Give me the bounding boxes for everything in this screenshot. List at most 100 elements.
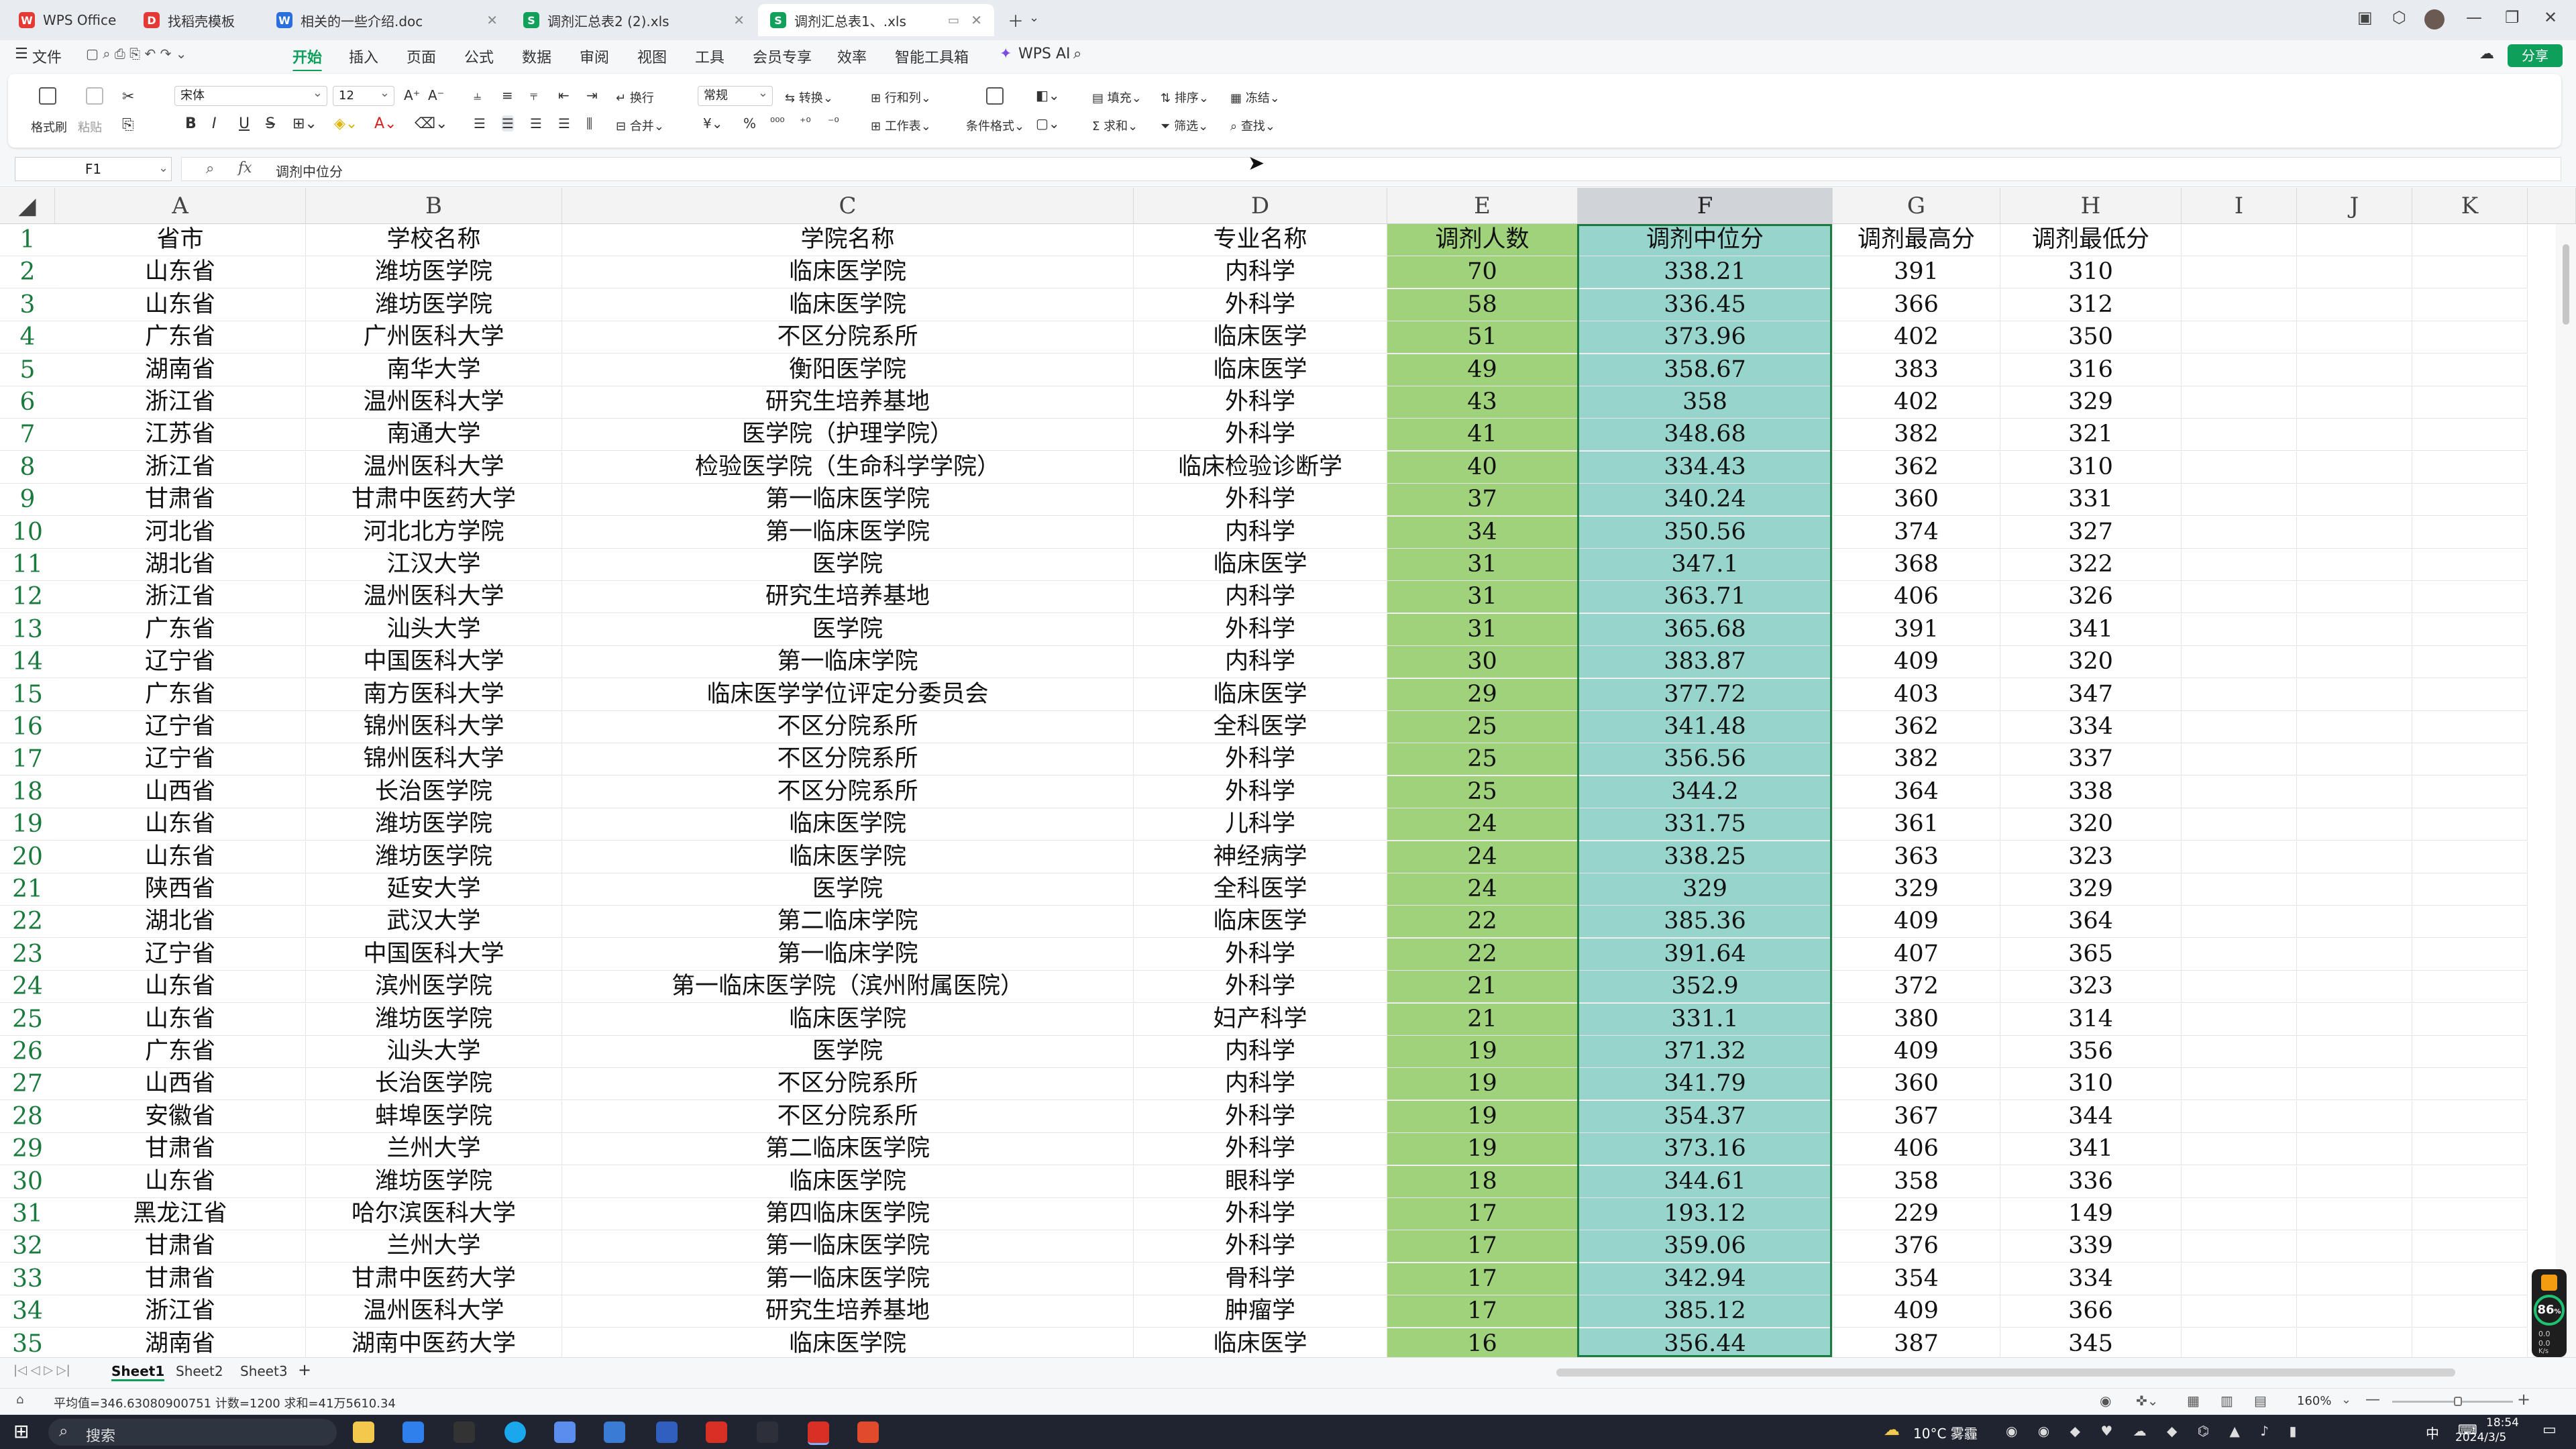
empty-cell[interactable] (2412, 971, 2528, 1003)
cell-min[interactable]: 345 (2000, 1328, 2182, 1357)
menu-data[interactable]: 数据 (522, 46, 551, 67)
empty-cell[interactable] (2297, 1036, 2412, 1068)
empty-cell[interactable] (2182, 743, 2297, 775)
cell-school[interactable]: 江汉大学 (306, 549, 562, 581)
cell-major[interactable]: 临床医学 (1134, 906, 1387, 938)
cell-median[interactable]: 344.61 (1578, 1166, 1833, 1198)
cell-min[interactable]: 334 (2000, 711, 2182, 743)
zoom-formula-icon[interactable]: ⌕ (206, 160, 214, 177)
cell-school[interactable]: 潍坊医学院 (306, 808, 562, 841)
copy-icon[interactable]: ⎘ (122, 117, 134, 133)
cell-min[interactable]: 323 (2000, 971, 2182, 1003)
header-cell-province[interactable]: 省市 (55, 224, 306, 256)
column-header-d[interactable]: D (1134, 188, 1387, 224)
cell-max[interactable]: 402 (1833, 321, 2000, 354)
empty-cell[interactable] (2412, 743, 2528, 775)
cell-median[interactable]: 383.87 (1578, 646, 1833, 678)
currency-icon[interactable]: ¥⌄ (703, 115, 722, 131)
cell-max[interactable]: 368 (1833, 549, 2000, 581)
cell-max[interactable]: 409 (1833, 906, 2000, 938)
cell-province[interactable]: 甘肃省 (55, 484, 306, 516)
cell-min[interactable]: 322 (2000, 549, 2182, 581)
underline-icon[interactable]: U (239, 115, 250, 132)
row-header[interactable]: 28 (0, 1101, 55, 1133)
ime-indicator[interactable]: 中 (2426, 1423, 2439, 1442)
cell-major[interactable]: 肿瘤学 (1134, 1295, 1387, 1328)
align-middle-icon[interactable]: ≡ (502, 87, 513, 103)
header-cell-max[interactable]: 调剂最高分 (1833, 224, 2000, 256)
empty-cell[interactable] (2297, 354, 2412, 386)
menu-member[interactable]: 会员专享 (753, 46, 812, 67)
menu-efficiency[interactable]: 效率 (837, 46, 867, 67)
cell-college[interactable]: 不区分院系所 (562, 1101, 1134, 1133)
wps-ai-icon[interactable]: ✦ (1000, 46, 1012, 62)
font-name-select[interactable]: 宋体 (174, 84, 327, 106)
cell-province[interactable]: 甘肃省 (55, 1230, 306, 1263)
cell-median[interactable]: 193.12 (1578, 1198, 1833, 1230)
cell-school[interactable]: 汕头大学 (306, 1036, 562, 1068)
cell-province[interactable]: 河北省 (55, 517, 306, 549)
cell-min[interactable]: 312 (2000, 289, 2182, 321)
row-header[interactable]: 24 (0, 971, 55, 1003)
empty-cell[interactable] (2412, 906, 2528, 938)
cell-college[interactable]: 医学院（护理学院） (562, 419, 1134, 451)
cell-major[interactable]: 外科学 (1134, 614, 1387, 646)
cell-college[interactable]: 第一临床医学院 (562, 517, 1134, 549)
empty-cell[interactable] (2182, 1230, 2297, 1263)
cell-median[interactable]: 340.24 (1578, 484, 1833, 516)
cell-college[interactable]: 第一临床学院 (562, 938, 1134, 971)
empty-cell[interactable] (2412, 517, 2528, 549)
cell-province[interactable]: 辽宁省 (55, 711, 306, 743)
tab-doc-intro[interactable]: W 相关的一些介绍.doc ✕ (264, 4, 510, 36)
cell-count[interactable]: 51 (1387, 321, 1578, 354)
cell-major[interactable]: 临床医学 (1134, 1328, 1387, 1357)
app-orange-icon[interactable] (857, 1421, 879, 1443)
empty-cell[interactable] (2182, 679, 2297, 711)
empty-cell[interactable] (2412, 1068, 2528, 1100)
zoom-slider-handle[interactable] (2454, 1397, 2462, 1406)
cell-province[interactable]: 广东省 (55, 1036, 306, 1068)
status-summary[interactable]: 平均值=346.63080900751 计数=1200 求和=41万5610.3… (54, 1394, 396, 1411)
normal-view-icon[interactable]: ▦ (2187, 1393, 2200, 1409)
merge-button[interactable]: ⊟ 合并⌄ (616, 117, 664, 134)
empty-cell[interactable] (2297, 808, 2412, 841)
header-cell-college[interactable]: 学院名称 (562, 224, 1134, 256)
formula-content[interactable]: 调剂中位分 (276, 161, 343, 180)
font-size-select[interactable]: 12 (333, 84, 394, 106)
cell-max[interactable]: 372 (1833, 971, 2000, 1003)
cell-school[interactable]: 广州医科大学 (306, 321, 562, 354)
cell-median[interactable]: 359.06 (1578, 1230, 1833, 1263)
empty-cell[interactable] (2297, 289, 2412, 321)
cell-province[interactable]: 广东省 (55, 321, 306, 354)
cell-college[interactable]: 研究生培养基地 (562, 386, 1134, 419)
percent-icon[interactable]: % (743, 115, 756, 131)
cell-min[interactable]: 334 (2000, 1263, 2182, 1295)
row-header[interactable]: 14 (0, 646, 55, 678)
cell-max[interactable]: 407 (1833, 938, 2000, 971)
cell-college[interactable]: 第一临床医学院 (562, 1230, 1134, 1263)
file-explorer-icon[interactable] (353, 1421, 374, 1443)
cell-count[interactable]: 25 (1387, 711, 1578, 743)
cell-college[interactable]: 不区分院系所 (562, 711, 1134, 743)
row-header[interactable]: 19 (0, 808, 55, 841)
cell-major[interactable]: 外科学 (1134, 1230, 1387, 1263)
cell-college[interactable]: 临床医学院 (562, 289, 1134, 321)
tablet-icon[interactable]: ▭ (948, 13, 959, 28)
cell-school[interactable]: 温州医科大学 (306, 451, 562, 484)
cell-median[interactable]: 341.79 (1578, 1068, 1833, 1100)
empty-cell[interactable] (2182, 808, 2297, 841)
cell-major[interactable]: 临床医学 (1134, 549, 1387, 581)
cell-count[interactable]: 21 (1387, 971, 1578, 1003)
cell-major[interactable]: 外科学 (1134, 1133, 1387, 1165)
cell-count[interactable]: 31 (1387, 581, 1578, 613)
header-cell-major[interactable]: 专业名称 (1134, 224, 1387, 256)
empty-cell[interactable] (2182, 614, 2297, 646)
bold-icon[interactable]: B (185, 115, 197, 132)
cell-major[interactable]: 眼科学 (1134, 1166, 1387, 1198)
row-header[interactable]: 10 (0, 517, 55, 549)
cell-school[interactable]: 潍坊医学院 (306, 1004, 562, 1036)
cell-major[interactable]: 外科学 (1134, 743, 1387, 775)
cell-province[interactable]: 陕西省 (55, 873, 306, 906)
number-format-select[interactable]: 常规 (698, 84, 773, 106)
close-icon[interactable]: ✕ (971, 12, 982, 28)
